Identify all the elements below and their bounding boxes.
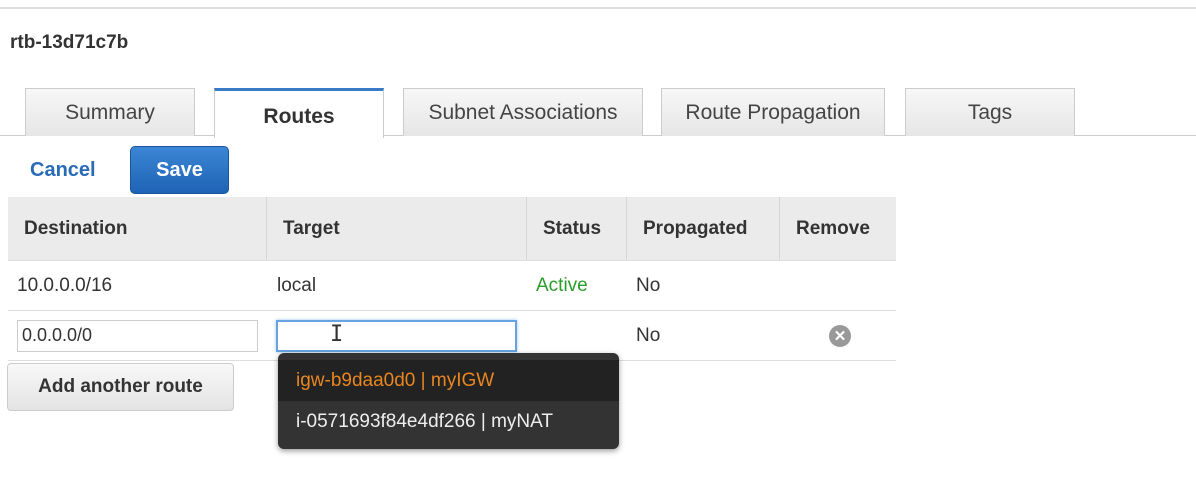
dropdown-option-igw[interactable]: igw-b9daa0d0 | myIGW [278, 360, 619, 401]
destination-cell: 0.0.0.0/0 [8, 319, 267, 352]
save-button[interactable]: Save [130, 146, 229, 194]
tab-subnet-associations[interactable]: Subnet Associations [403, 88, 643, 136]
target-cell: local [277, 274, 317, 296]
header-status: Status [527, 197, 627, 260]
table-header: Destination Target Status Propagated Rem… [8, 197, 896, 261]
header-destination: Destination [8, 197, 267, 260]
target-dropdown: igw-b9daa0d0 | myIGW i-0571693f84e4df266… [278, 353, 619, 449]
add-another-route-button[interactable]: Add another route [7, 363, 234, 411]
propagated-cell: No [636, 274, 661, 296]
header-propagated: Propagated [627, 197, 780, 260]
dropdown-option-nat[interactable]: i-0571693f84e4df266 | myNAT [278, 401, 619, 442]
destination-cell: 10.0.0.0/16 [17, 274, 113, 296]
routes-table: Destination Target Status Propagated Rem… [8, 197, 896, 361]
tab-tags[interactable]: Tags [905, 88, 1075, 136]
header-remove: Remove [796, 217, 870, 239]
tab-summary[interactable]: Summary [25, 88, 195, 136]
table-row: 10.0.0.0/16 local Active No [8, 261, 896, 311]
destination-input[interactable]: 0.0.0.0/0 [17, 319, 258, 352]
cancel-button[interactable]: Cancel [30, 159, 96, 182]
target-input[interactable] [276, 319, 517, 352]
top-divider [0, 7, 1196, 9]
tab-route-propagation[interactable]: Route Propagation [661, 88, 885, 136]
remove-cell: ✕ [780, 324, 896, 347]
target-cell [267, 319, 527, 352]
header-target: Target [267, 197, 527, 260]
remove-circle-icon[interactable]: ✕ [829, 324, 851, 347]
page-title: rtb-13d71c7b [10, 32, 129, 53]
status-cell: Active [527, 275, 627, 297]
text-cursor-icon: I [330, 322, 344, 347]
tab-routes[interactable]: Routes [214, 88, 384, 138]
propagated-cell: No [636, 324, 661, 346]
status-badge: Active [536, 274, 588, 296]
